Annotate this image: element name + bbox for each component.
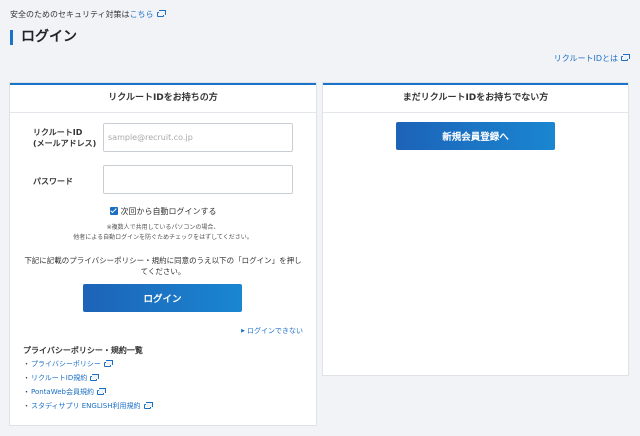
password-input[interactable] (103, 165, 293, 194)
register-panel: まだリクルートIDをお持ちでない方 新規会員登録へ (323, 83, 628, 375)
login-button[interactable]: ログイン (83, 284, 242, 312)
cant-login-link[interactable]: ログインできない (247, 327, 303, 335)
chevron-right-icon: ▶ (241, 328, 245, 334)
security-notice-text: 安全のためのセキュリティ対策は (10, 10, 130, 19)
cant-login-wrap: ▶ ログインできない (241, 326, 303, 336)
external-window-icon (103, 359, 113, 367)
external-window-icon (156, 10, 166, 17)
register-button[interactable]: 新規会員登録へ (396, 122, 555, 150)
about-id-link[interactable]: リクルートIDとは (554, 54, 618, 63)
auto-login-label[interactable]: 次回から自動ログインする (121, 207, 217, 216)
auto-login-row: 次回から自動ログインする (10, 206, 316, 217)
external-window-icon (143, 401, 153, 409)
note-line2: 他者による自動ログインを防ぐためチェックをはずしてください。 (73, 234, 253, 241)
agree-text: 下記に記載のプライバシーポリシー・規約に同意のうえ以下の「ログイン」を押してくだ… (24, 256, 302, 276)
security-notice: 安全のためのセキュリティ対策はこちら (10, 9, 166, 20)
privacy-policy-link[interactable]: プライバシーポリシー (31, 360, 101, 368)
external-window-icon (621, 54, 630, 61)
id-input[interactable] (103, 123, 293, 152)
external-window-icon (90, 373, 100, 381)
id-label-line1: リクルートID (33, 128, 83, 137)
auto-login-checkbox[interactable] (109, 207, 118, 215)
login-panel: リクルートIDをお持ちの方 リクルートID (メールアドレス) パスワード 次回… (10, 83, 316, 425)
list-item: ・スタディサプリ ENGLISH利用規約 (23, 399, 153, 413)
id-label: リクルートID (メールアドレス) (33, 127, 96, 149)
policy-title: プライバシーポリシー・規約一覧 (23, 346, 143, 355)
list-item: ・PontaWeb会員規約 (23, 385, 151, 399)
recruit-id-terms-link[interactable]: リクルートID規約 (31, 374, 87, 382)
list-item: ・プライバシーポリシー (23, 357, 151, 371)
policy-list: ・プライバシーポリシー ・リクルートID規約 ・PontaWeb会員規約 ・スタ… (23, 357, 153, 413)
login-panel-header: リクルートIDをお持ちの方 (10, 85, 316, 113)
about-id-link-wrap: リクルートIDとは (554, 53, 630, 64)
id-label-line2: (メールアドレス) (33, 139, 97, 148)
page-title: ログイン (10, 30, 77, 45)
external-window-icon (97, 387, 106, 395)
password-label: パスワード (33, 177, 73, 186)
note-line1: ※複数人で共用しているパソコンの場合、 (106, 224, 220, 231)
security-link[interactable]: こちら (130, 10, 154, 19)
ponta-terms-link[interactable]: PontaWeb会員規約 (31, 388, 94, 396)
studysapuri-terms-link[interactable]: スタディサプリ ENGLISH利用規約 (31, 402, 141, 410)
auto-login-note: ※複数人で共用しているパソコンの場合、 他者による自動ログインを防ぐためチェック… (10, 223, 316, 243)
register-panel-header: まだリクルートIDをお持ちでない方 (323, 85, 628, 113)
list-item: ・リクルートID規約 (23, 371, 151, 385)
